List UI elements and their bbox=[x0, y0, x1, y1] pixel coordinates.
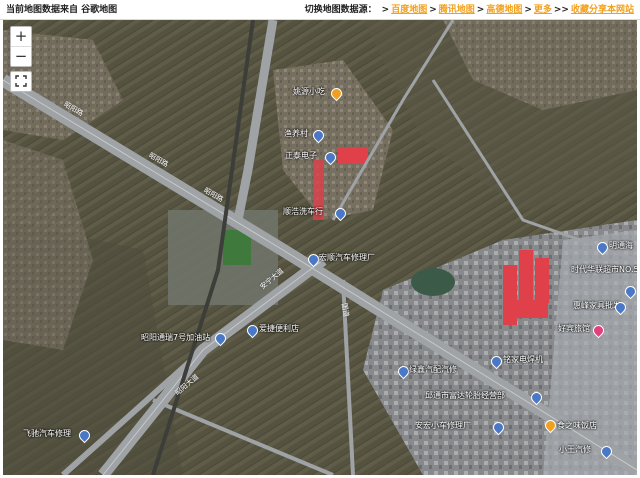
zoom-in-button[interactable]: + bbox=[11, 27, 31, 46]
poi-label: 昭阳通瑞7号加油站 bbox=[141, 333, 211, 342]
poi-label: 铭家电焊机 bbox=[503, 355, 543, 364]
poi-label: 邱通市富达轮胎经营部 bbox=[425, 391, 505, 400]
link-baidu-map[interactable]: 百度地图 bbox=[391, 5, 427, 15]
top-bar: 当前地图数据来自 谷歌地图 切换地图数据源： > 百度地图 > 腾讯地图 > 高德地图 > 更多… bbox=[0, 0, 640, 20]
link-more[interactable]: 更多 bbox=[534, 5, 552, 15]
poi-label: 小王汽修 bbox=[559, 445, 591, 454]
poi-label: 安宏小车修理厂 bbox=[415, 421, 471, 430]
link-bookmark-share[interactable]: 收藏分享本网站 bbox=[571, 5, 634, 15]
fullscreen-icon bbox=[15, 75, 27, 87]
switch-label: 切换地图数据源： bbox=[304, 5, 377, 15]
poi-label: 时代华联超市NO.5 bbox=[571, 265, 637, 274]
zoom-control: + − bbox=[10, 26, 32, 67]
zoom-out-button[interactable]: − bbox=[11, 46, 31, 66]
poi-label: 好宾旅馆 bbox=[558, 324, 590, 333]
satellite-map[interactable]: 昭阳路 昭阳路 昭阳路 国道 安宁大道 昭阳大道 姚源小吃 渔养村 正泰电子 顺… bbox=[3, 20, 637, 475]
source-switcher: 切换地图数据源： > 百度地图 > 腾讯地图 > 高德地图 > 更多 >> 收藏分享本网站 bbox=[304, 5, 634, 15]
poi-label: 宏顺汽车修理厂 bbox=[319, 253, 375, 262]
poi-label: 爱捷便利店 bbox=[259, 324, 299, 333]
poi-label: 姚源小吃 bbox=[293, 87, 325, 96]
poi-label: 食之味饭店 bbox=[557, 421, 597, 430]
poi-label: 渔养村 bbox=[284, 129, 308, 138]
poi-label: 顺浩洗车行 bbox=[283, 207, 323, 216]
poi-label: 飞驰汽车修理 bbox=[23, 429, 71, 438]
link-gaode-map[interactable]: 高德地图 bbox=[486, 5, 522, 15]
poi-label: 绿鑫汽配汽修 bbox=[409, 365, 457, 374]
data-source-text: 当前地图数据来自 谷歌地图 bbox=[6, 5, 118, 15]
poi-label: 正泰电子 bbox=[285, 151, 317, 160]
poi-label: 明通海 bbox=[609, 241, 633, 250]
link-tencent-map[interactable]: 腾讯地图 bbox=[439, 5, 475, 15]
map-page: 当前地图数据来自 谷歌地图 切换地图数据源： > 百度地图 > 腾讯地图 > 高德地图 > 更多… bbox=[0, 0, 640, 478]
fullscreen-button[interactable] bbox=[10, 71, 32, 92]
